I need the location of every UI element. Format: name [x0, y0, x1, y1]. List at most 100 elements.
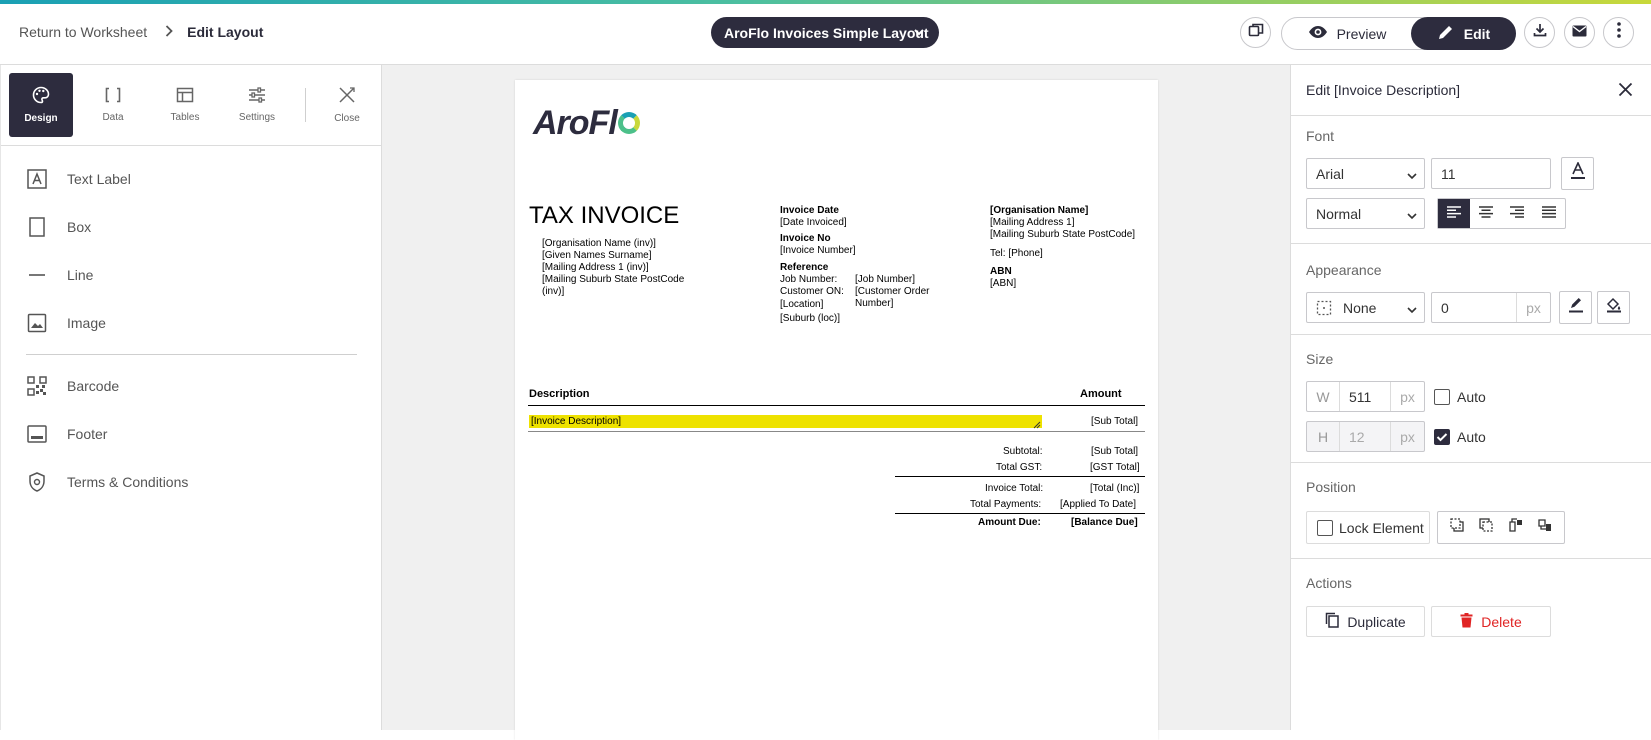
col-amount-header[interactable]: Amount — [1080, 388, 1122, 400]
lock-element-checkbox[interactable] — [1317, 519, 1333, 536]
delete-button[interactable]: Delete — [1431, 606, 1551, 637]
element-image-label: Image — [67, 315, 106, 331]
org-name: [Organisation Name] — [990, 205, 1089, 216]
element-terms[interactable]: Terms & Conditions — [1, 458, 382, 506]
table-header-line — [528, 405, 1145, 406]
duplicate-label: Duplicate — [1347, 613, 1406, 630]
font-weight-select[interactable]: Normal — [1306, 198, 1425, 229]
location-value[interactable]: [Location] — [780, 299, 823, 311]
send-backward-icon[interactable] — [1478, 517, 1494, 538]
amount-due-value[interactable]: [Balance Due] — [1071, 517, 1138, 529]
height-auto-checkbox[interactable] — [1434, 429, 1450, 445]
width-input[interactable]: W 511 px — [1306, 381, 1425, 412]
appearance-label: Appearance — [1306, 262, 1382, 278]
width-prefix: W — [1307, 382, 1340, 411]
border-width-input[interactable]: 0 px — [1431, 292, 1551, 323]
fill-color-button[interactable] — [1597, 291, 1630, 324]
view-mode-toggle: Preview Edit — [1281, 17, 1516, 50]
reference-label[interactable]: Reference — [780, 262, 828, 274]
properties-panel: Edit [Invoice Description] Font Arial 11… — [1290, 65, 1651, 730]
abn-block[interactable]: ABN [ABN] — [990, 266, 1016, 290]
size-label: Size — [1306, 351, 1334, 367]
organisation-block[interactable]: [Organisation Name] [Mailing Address 1] … — [990, 205, 1135, 241]
element-footer[interactable]: Footer — [1, 410, 382, 458]
duplicate-layout-button[interactable] — [1240, 17, 1271, 48]
send-to-back-icon[interactable] — [1537, 517, 1553, 538]
customer-address-block[interactable]: [Organisation Name (inv)] [Given Names S… — [542, 238, 684, 298]
font-size-value: 11 — [1441, 165, 1456, 182]
border-color-button[interactable] — [1559, 291, 1592, 324]
height-input[interactable]: H 12 px — [1306, 421, 1425, 452]
barcode-icon — [26, 375, 48, 397]
abn-label: ABN — [990, 266, 1012, 277]
edit-button[interactable]: Edit — [1411, 17, 1516, 50]
element-line[interactable]: Line — [1, 251, 382, 299]
element-image[interactable]: Image — [1, 299, 382, 347]
font-size-input[interactable]: 11 — [1431, 158, 1551, 189]
border-width-unit: px — [1516, 293, 1550, 322]
element-text-label[interactable]: Text Label — [1, 155, 382, 203]
payments-value[interactable]: [Applied To Date] — [1060, 499, 1136, 511]
preview-button[interactable]: Preview — [1282, 18, 1412, 49]
row-amount[interactable]: [Sub Total] — [1091, 416, 1138, 428]
selected-invoice-description[interactable]: [Invoice Description] — [529, 415, 1042, 429]
org-tel[interactable]: Tel: [Phone] — [990, 248, 1043, 260]
box-icon — [26, 216, 48, 238]
layout-selector[interactable]: AroFlo Invoices Simple Layout — [711, 17, 939, 48]
width-auto-checkbox[interactable] — [1434, 389, 1450, 405]
font-color-button[interactable] — [1561, 157, 1594, 190]
subtotal-value[interactable]: [Sub Total] — [1091, 446, 1138, 458]
customer-on-label[interactable]: Customer ON: — [780, 286, 844, 298]
font-family-select[interactable]: Arial — [1306, 158, 1425, 189]
invoice-date-value: [Date Invoiced] — [780, 217, 847, 228]
return-to-worksheet-link[interactable]: Return to Worksheet — [19, 24, 147, 40]
resize-handle-icon[interactable] — [1033, 420, 1041, 429]
gst-value[interactable]: [GST Total] — [1090, 462, 1140, 474]
align-right-button[interactable] — [1502, 199, 1534, 228]
tab-settings[interactable]: Settings — [225, 73, 289, 137]
col-description-header[interactable]: Description — [529, 388, 590, 400]
duplicate-button[interactable]: Duplicate — [1306, 606, 1425, 637]
element-divider — [26, 354, 357, 355]
align-center-icon — [1478, 205, 1493, 223]
lock-element-toggle[interactable]: Lock Element — [1306, 511, 1430, 544]
border-style-select[interactable]: None — [1306, 292, 1425, 323]
amount-due-label[interactable]: Amount Due: — [978, 517, 1041, 529]
align-left-button[interactable] — [1438, 199, 1470, 228]
aroflo-logo[interactable]: AroFl — [533, 104, 640, 143]
invoice-total-value[interactable]: [Total (Inc)] — [1090, 483, 1139, 495]
canvas-area[interactable]: AroFl TAX INVOICE [Organisation Name (in… — [382, 65, 1290, 740]
job-number-label[interactable]: Job Number: — [780, 274, 837, 286]
job-number-value[interactable]: [Job Number] — [855, 274, 915, 286]
paint-bucket-icon — [1606, 297, 1622, 318]
sliders-icon — [248, 87, 266, 106]
email-button[interactable] — [1564, 17, 1595, 48]
subtotal-label[interactable]: Subtotal: — [1003, 446, 1042, 458]
more-options-button[interactable] — [1603, 17, 1634, 48]
invoice-date-block[interactable]: Invoice Date [Date Invoiced] — [780, 205, 847, 229]
suburb-loc-value[interactable]: [Suburb (loc)] — [780, 313, 840, 325]
bring-forward-icon[interactable] — [1449, 517, 1465, 538]
actions-label: Actions — [1306, 575, 1352, 591]
align-justify-button[interactable] — [1533, 199, 1565, 228]
element-box[interactable]: Box — [1, 203, 382, 251]
download-button[interactable] — [1524, 17, 1555, 48]
tab-design[interactable]: Design — [9, 73, 73, 137]
element-barcode[interactable]: Barcode — [1, 362, 382, 410]
customer-on-value[interactable]: [Customer Order Number] — [855, 286, 929, 310]
tab-tables-label: Tables — [170, 112, 200, 123]
font-label: Font — [1306, 128, 1335, 144]
bring-to-front-icon[interactable] — [1508, 517, 1524, 538]
gst-label[interactable]: Total GST: — [996, 462, 1042, 474]
invoice-total-label[interactable]: Invoice Total: — [985, 483, 1043, 495]
tab-close[interactable]: Close — [315, 73, 379, 137]
customer-line: [Given Names Surname] — [542, 250, 652, 261]
tab-tables[interactable]: Tables — [153, 73, 217, 137]
org-suburb: [Mailing Suburb State PostCode] — [990, 229, 1136, 240]
payments-label[interactable]: Total Payments: — [970, 499, 1041, 511]
tab-data[interactable]: Data — [81, 73, 145, 137]
invoice-no-block[interactable]: Invoice No [Invoice Number] — [780, 233, 856, 257]
invoice-title[interactable]: TAX INVOICE — [529, 202, 679, 230]
close-icon[interactable] — [1618, 82, 1633, 100]
align-center-button[interactable] — [1470, 199, 1502, 228]
